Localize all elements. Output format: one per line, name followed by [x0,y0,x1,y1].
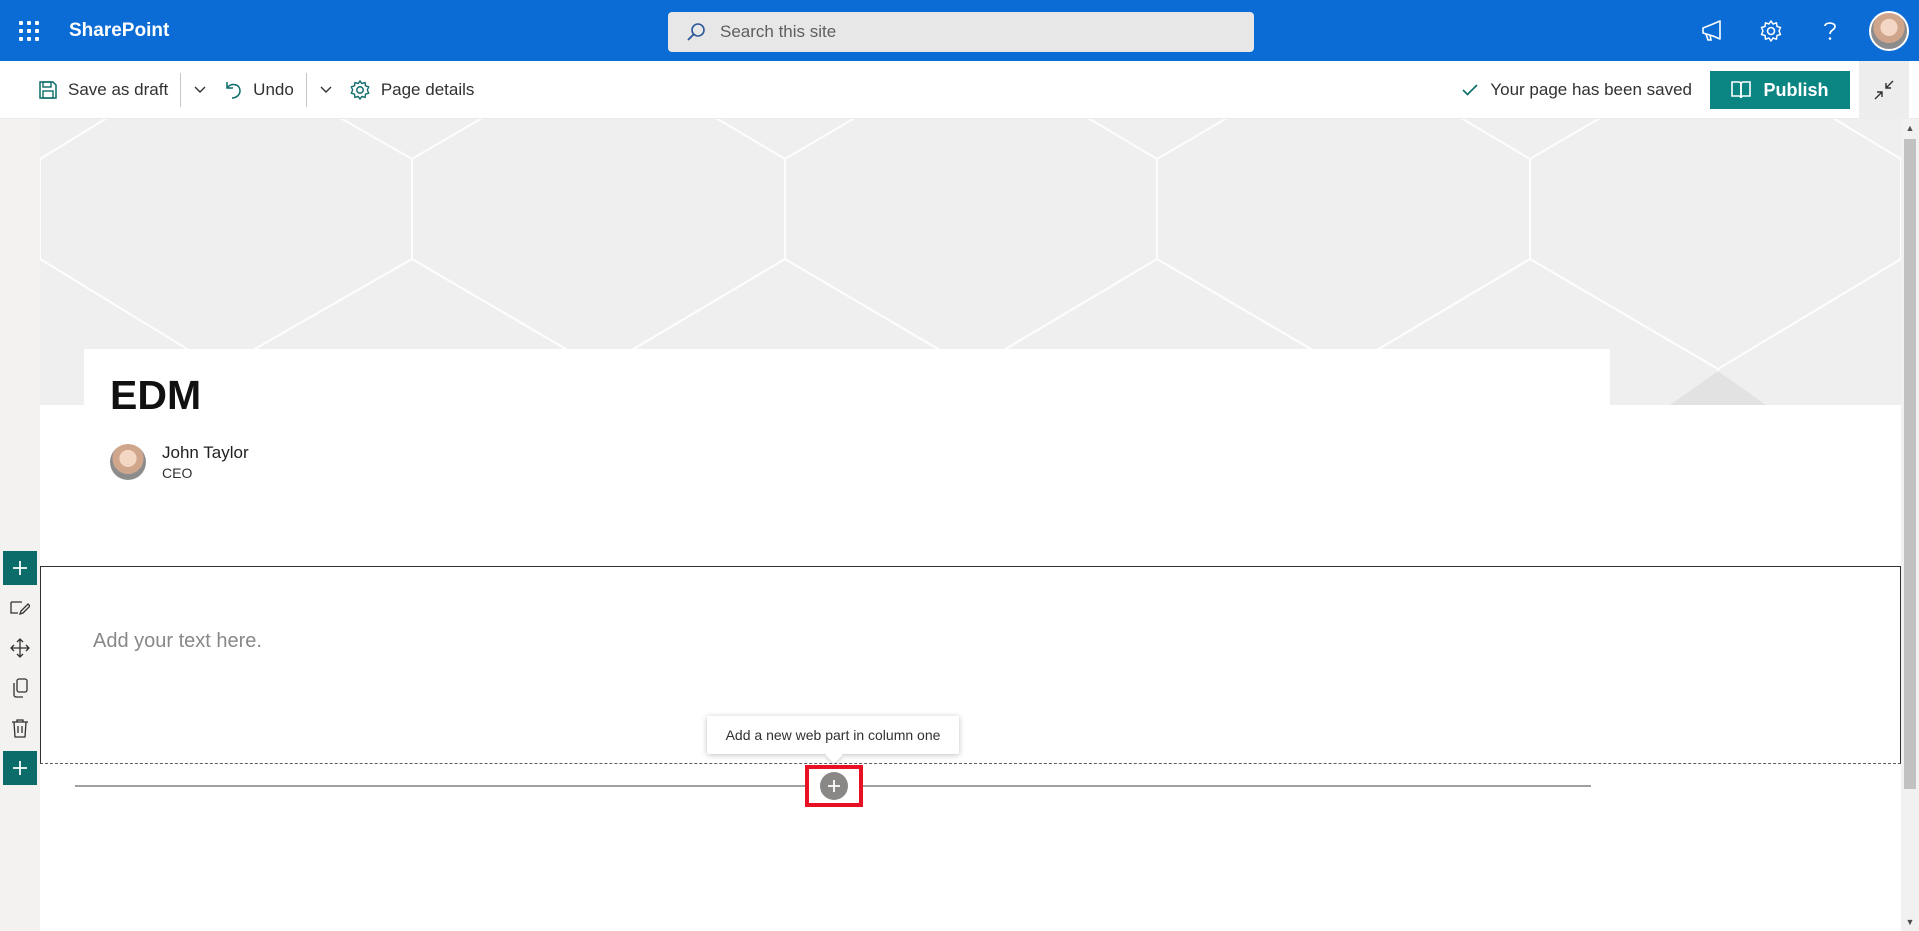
collapse-icon [1874,80,1894,100]
gear-icon [350,79,370,100]
delete-section-button[interactable] [3,711,37,745]
tooltip-text: Add a new web part in column one [725,727,941,743]
save-status-text: Your page has been saved [1490,80,1692,99]
feedback-button[interactable] [1682,0,1741,61]
move-icon [10,638,30,658]
separator [180,72,182,107]
search-box[interactable] [668,12,1254,52]
app-launcher-button[interactable] [0,0,58,61]
settings-button[interactable] [1741,0,1800,61]
undo-button[interactable]: Undo [215,70,302,110]
page-canvas: EDM John Taylor CEO Add your text here. … [40,119,1901,931]
book-icon [1731,81,1752,99]
chevron-down-icon [320,86,332,93]
scroll-thumb[interactable] [1904,139,1916,789]
author-byline[interactable]: John Taylor CEO [110,443,249,481]
command-bar-right: Your page has been saved Publish [1462,61,1919,119]
save-status: Your page has been saved [1462,80,1692,100]
command-bar: Save as draft Undo Page details Your pag… [0,61,1919,119]
plus-icon [13,761,27,775]
highlight-box [805,765,863,807]
vertical-scrollbar[interactable]: ▲ ▼ [1901,119,1919,931]
undo-options-dropdown[interactable] [311,70,341,110]
save-as-draft-label: Save as draft [68,79,169,99]
help-icon [1823,21,1836,40]
app-launcher-icon [19,20,39,41]
author-avatar [110,444,146,480]
scroll-up-arrow[interactable]: ▲ [1901,119,1919,137]
undo-label: Undo [253,79,294,99]
save-as-draft-button[interactable]: Save as draft [30,70,176,110]
app-name[interactable]: SharePoint [69,20,169,42]
page-details-button[interactable]: Page details [341,70,483,110]
add-section-button[interactable] [3,551,37,585]
page-details-label: Page details [380,79,475,99]
publish-button[interactable]: Publish [1710,71,1850,109]
publish-label: Publish [1763,79,1829,100]
undo-icon [226,81,241,99]
duplicate-section-button[interactable] [3,671,37,705]
author-name: John Taylor [162,443,249,462]
author-role: CEO [162,465,193,481]
add-web-part-tooltip: Add a new web part in column one [707,716,959,764]
suite-actions [1682,0,1919,61]
trash-icon [12,719,28,738]
suite-bar: SharePoint [0,0,1919,61]
gear-icon [1760,19,1781,42]
scroll-down-arrow[interactable]: ▼ [1901,913,1919,931]
text-editor-placeholder[interactable]: Add your text here. [93,630,262,653]
copy-icon [13,678,28,698]
save-icon [39,80,57,99]
add-web-part-button[interactable] [820,772,848,800]
edit-section-button[interactable] [3,591,37,625]
checkmark-icon [1462,84,1478,96]
collapse-button[interactable] [1859,61,1909,119]
megaphone-icon [1701,19,1721,41]
edit-icon [10,601,30,616]
chevron-down-icon [194,86,206,93]
save-options-dropdown[interactable] [185,70,215,110]
page-title[interactable]: EDM [110,372,201,419]
plus-icon [828,780,840,792]
separator [305,72,307,107]
plus-icon [13,561,27,575]
text-section[interactable]: Add your text here. [40,566,1901,764]
move-section-button[interactable] [3,631,37,665]
help-button[interactable] [1800,0,1859,61]
account-avatar[interactable] [1869,10,1909,51]
search-input[interactable] [720,22,1220,42]
title-card [84,349,1610,419]
section-toolbar [0,119,40,931]
search-icon [687,23,705,41]
add-section-below-button[interactable] [3,751,37,785]
